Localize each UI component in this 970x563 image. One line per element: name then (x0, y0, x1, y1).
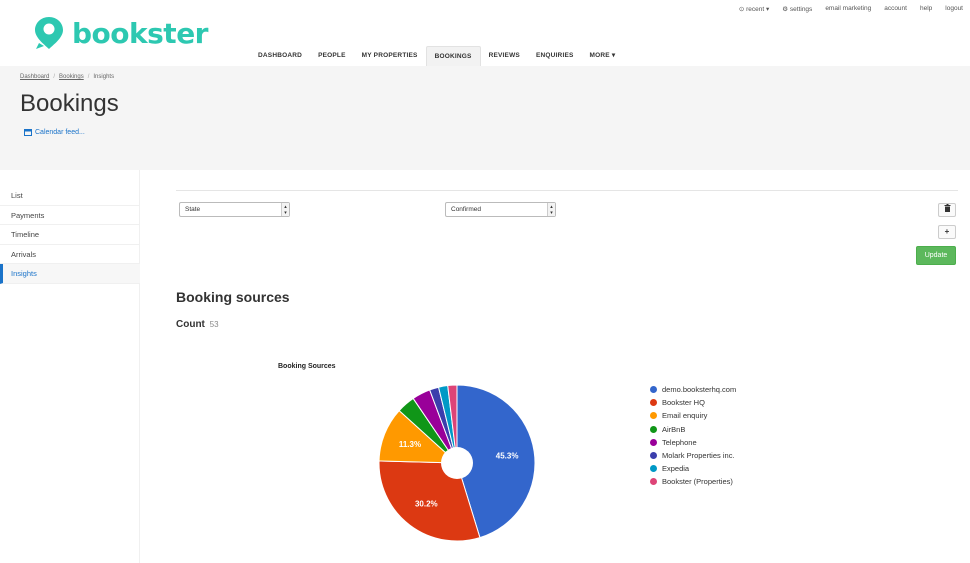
breadcrumb-bookings[interactable]: Bookings (59, 74, 84, 80)
sidebar-item-insights[interactable]: Insights (0, 264, 140, 284)
legend-swatch (650, 465, 657, 473)
help-link[interactable]: help (920, 5, 932, 13)
breadcrumb-current: Insights (93, 74, 115, 80)
recent-menu[interactable]: ⊙ recent ▾ (739, 5, 769, 13)
select-arrows-icon: ▴ ▾ (547, 203, 555, 216)
trash-icon (944, 204, 950, 212)
pie-slice-label: 30.2% (415, 499, 438, 508)
legend-label: Molark Properties inc. (662, 451, 735, 461)
utility-nav: ⊙ recent ▾ ⚙ settings email marketing ac… (739, 5, 963, 13)
legend-label: Bookster (Properties) (662, 477, 733, 487)
filter-field-select[interactable]: State ▴ ▾ (179, 202, 290, 217)
legend-item[interactable]: Molark Properties inc. (650, 449, 736, 462)
update-button[interactable]: Update (916, 246, 956, 265)
sidebar: List Payments Timeline Arrivals Insights (0, 170, 140, 563)
legend-swatch (650, 412, 657, 420)
logo[interactable]: bookster (34, 16, 209, 50)
divider (176, 190, 958, 191)
legend-label: Bookster HQ (662, 398, 705, 408)
add-filter-button[interactable]: + (938, 225, 956, 239)
nav-enquiries[interactable]: ENQUIRIES (528, 46, 582, 66)
filter-value-select[interactable]: Confirmed ▴ ▾ (445, 202, 556, 217)
nav-reviews[interactable]: REVIEWS (481, 46, 528, 66)
calendar-feed-label: Calendar feed... (35, 128, 85, 136)
legend-label: Email enquiry (662, 411, 708, 421)
legend-item[interactable]: Expedia (650, 462, 736, 475)
brand-name: bookster (72, 16, 209, 50)
calendar-feed-link[interactable]: Calendar feed... (24, 128, 85, 136)
breadcrumb-separator: / (87, 74, 90, 80)
settings-link[interactable]: ⚙ settings (782, 5, 812, 13)
legend-label: Expedia (662, 464, 690, 474)
page-header: Dashboard / Bookings / Insights Bookings… (0, 66, 970, 170)
chart-title: Booking Sources (278, 363, 336, 370)
sidebar-item-timeline[interactable]: Timeline (0, 225, 140, 245)
chart-legend: demo.booksterhq.com Bookster HQ Email enqu… (650, 383, 736, 489)
nav-more[interactable]: MORE ▾ (582, 46, 624, 66)
count-row: Count 53 (176, 319, 219, 330)
pie-chart: 45.3% 30.2% 11.3% (378, 384, 536, 542)
calendar-icon (24, 129, 32, 136)
pie-slice-label: 11.3% (399, 440, 421, 449)
delete-filter-button[interactable] (938, 203, 956, 217)
legend-item[interactable]: Bookster HQ (650, 396, 736, 409)
legend-item[interactable]: AirBnB (650, 423, 736, 436)
section-title: Booking sources (176, 289, 290, 305)
email-marketing-link[interactable]: email marketing (825, 5, 871, 13)
donut-hole (441, 447, 473, 479)
legend-item[interactable]: Email enquiry (650, 409, 736, 422)
filter-field-value: State (185, 206, 201, 213)
breadcrumb-separator: / (53, 74, 56, 80)
legend-swatch (650, 438, 657, 446)
sidebar-item-list[interactable]: List (0, 186, 140, 206)
breadcrumb-dashboard[interactable]: Dashboard (20, 74, 49, 80)
sidebar-item-arrivals[interactable]: Arrivals (0, 245, 140, 264)
legend-item[interactable]: Bookster (Properties) (650, 475, 736, 488)
count-label: Count (176, 319, 205, 330)
account-link[interactable]: account (884, 5, 907, 13)
filter-value-value: Confirmed (451, 206, 481, 213)
header: bookster ⊙ recent ▾ ⚙ settings email mar… (0, 0, 970, 66)
legend-label: demo.booksterhq.com (662, 385, 737, 395)
sidebar-item-payments[interactable]: Payments (0, 206, 140, 225)
legend-swatch (650, 425, 657, 433)
logout-link[interactable]: logout (945, 5, 963, 13)
legend-item[interactable]: demo.booksterhq.com (650, 383, 736, 396)
nav-dashboard[interactable]: DASHBOARD (250, 46, 310, 66)
select-arrows-icon: ▴ ▾ (281, 203, 289, 216)
main-nav: DASHBOARD PEOPLE MY PROPERTIES BOOKINGS … (250, 46, 623, 66)
plus-icon: + (944, 227, 950, 236)
page-title: Bookings (20, 90, 119, 117)
legend-swatch (650, 452, 657, 460)
nav-bookings[interactable]: BOOKINGS (425, 46, 481, 66)
main-content: State ▴ ▾ Confirmed ▴ ▾ + Update Booking s… (140, 170, 970, 563)
nav-my-properties[interactable]: MY PROPERTIES (354, 46, 426, 66)
pie-slice-label: 45.3% (496, 451, 519, 460)
count-value: 53 (209, 320, 219, 329)
legend-item[interactable]: Telephone (650, 436, 736, 449)
nav-people[interactable]: PEOPLE (310, 46, 354, 66)
legend-swatch (650, 399, 657, 407)
legend-label: AirBnB (662, 424, 686, 434)
legend-swatch (650, 386, 657, 394)
location-pin-icon (35, 17, 63, 49)
legend-swatch (650, 478, 657, 486)
breadcrumb: Dashboard / Bookings / Insights (20, 74, 114, 80)
legend-label: Telephone (662, 437, 697, 447)
